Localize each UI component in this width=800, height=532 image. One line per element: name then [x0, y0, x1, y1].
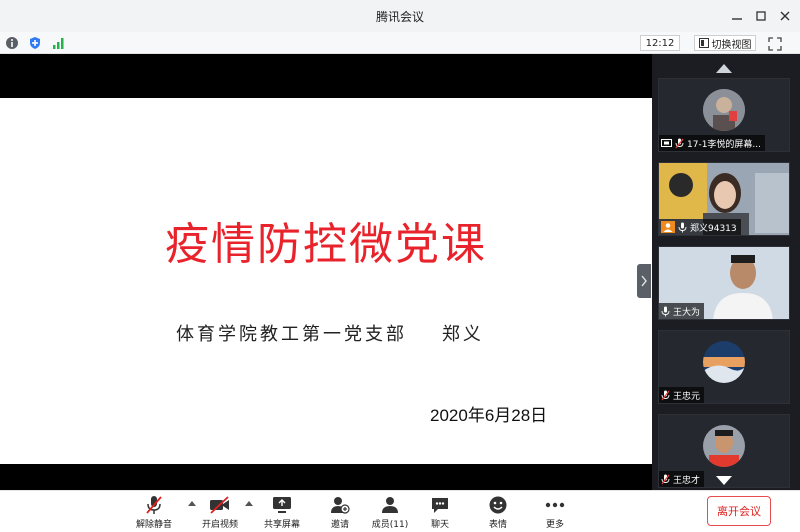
- participant-name-tag: 王忠元: [659, 387, 705, 403]
- share-screen-icon: [271, 495, 293, 515]
- chevron-right-icon: [641, 275, 647, 287]
- info-icon[interactable]: [5, 36, 19, 50]
- more-button[interactable]: 更多: [527, 495, 583, 531]
- slide-subtitle: 体育学院教工第一党支部 郑义: [176, 324, 484, 345]
- participant-name: 王大为: [673, 307, 701, 318]
- scroll-up-icon[interactable]: [716, 64, 732, 73]
- share-screen-label: 共享屏幕: [263, 520, 300, 530]
- shield-icon[interactable]: [28, 36, 42, 50]
- mic-icon: [661, 306, 670, 316]
- invite-label: 邀请: [330, 520, 349, 530]
- signal-icon[interactable]: [52, 36, 66, 50]
- participant-tile[interactable]: 17-1李悦的屏幕...: [658, 78, 790, 152]
- unmute-button[interactable]: 解除静音: [126, 495, 182, 531]
- participant-name-tag: 王忠才: [659, 471, 705, 487]
- invite-button[interactable]: 邀请: [312, 495, 368, 531]
- participant-tile[interactable]: 王忠元: [658, 330, 790, 404]
- video-options-caret-icon[interactable]: [245, 501, 253, 506]
- mic-muted-icon: [675, 138, 684, 148]
- slide-title: 疫情防控微党课: [165, 219, 487, 270]
- unmute-label: 解除静音: [135, 520, 172, 530]
- collapse-panel-handle[interactable]: [637, 264, 651, 298]
- mic-muted-icon: [143, 495, 165, 515]
- switch-view-button[interactable]: 切换视图: [694, 35, 756, 51]
- host-icon: [661, 221, 675, 233]
- fullscreen-icon[interactable]: [768, 36, 782, 51]
- leave-meeting-button[interactable]: 离开会议: [707, 496, 771, 526]
- start-video-label: 开启视频: [201, 520, 238, 530]
- members-button[interactable]: 成员(11): [362, 495, 418, 531]
- emoji-icon: [487, 495, 509, 515]
- slide-date: 2020年6月28日: [430, 406, 548, 425]
- members-icon: [379, 495, 401, 515]
- chat-icon: [429, 495, 451, 515]
- screen-share-icon: [661, 138, 672, 147]
- emoji-label: 表情: [488, 520, 507, 530]
- layout-icon: [698, 38, 709, 48]
- avatar: [703, 341, 745, 383]
- chat-label: 聊天: [430, 520, 449, 530]
- title-bar: 腾讯会议: [0, 0, 800, 32]
- mic-muted-icon: [661, 474, 670, 484]
- close-icon[interactable]: [776, 7, 794, 25]
- mic-muted-icon: [661, 390, 670, 400]
- participant-name-tag: 郑义94313: [659, 219, 741, 235]
- meeting-toolbar: 解除静音 开启视频 共享屏幕 邀请 成员(11) 聊天 表情 更多 离开会议: [0, 490, 800, 532]
- more-label: 更多: [545, 520, 564, 530]
- scroll-down-icon[interactable]: [716, 476, 732, 485]
- maximize-icon[interactable]: [752, 7, 770, 25]
- more-dots-icon: [544, 495, 566, 515]
- participant-name-tag: 17-1李悦的屏幕...: [659, 135, 766, 151]
- mic-icon: [678, 222, 687, 232]
- members-label: 成员(11): [371, 520, 409, 530]
- emoji-button[interactable]: 表情: [470, 495, 526, 531]
- participant-name: 郑义94313: [690, 223, 737, 234]
- presentation-slide: 疫情防控微党课 体育学院教工第一党支部 郑义 2020年6月28日: [0, 98, 652, 464]
- participant-name-tag: 王大为: [659, 303, 705, 319]
- meeting-clock: 12:12: [640, 35, 680, 51]
- shared-screen-area: 疫情防控微党课 体育学院教工第一党支部 郑义 2020年6月28日: [0, 54, 652, 490]
- minimize-icon[interactable]: [728, 7, 746, 25]
- switch-view-label: 切换视图: [711, 39, 752, 51]
- avatar: [703, 425, 745, 467]
- share-screen-button[interactable]: 共享屏幕: [254, 495, 310, 531]
- camera-off-icon: [209, 495, 231, 515]
- invite-icon: [329, 495, 351, 515]
- participant-name: 王忠才: [673, 475, 701, 486]
- status-bar: 12:12 切换视图: [0, 32, 800, 54]
- participant-tile[interactable]: 郑义94313: [658, 162, 790, 236]
- participant-name: 王忠元: [673, 391, 701, 402]
- participant-video-panel: 17-1李悦的屏幕... 郑义94313 王大为 王忠元 王忠才: [652, 54, 800, 490]
- chat-button[interactable]: 聊天: [412, 495, 468, 531]
- window-title: 腾讯会议: [375, 9, 424, 24]
- start-video-button[interactable]: 开启视频: [192, 495, 248, 531]
- participant-name: 17-1李悦的屏幕...: [687, 139, 762, 150]
- avatar: [703, 89, 745, 131]
- participant-tile[interactable]: 王大为: [658, 246, 790, 320]
